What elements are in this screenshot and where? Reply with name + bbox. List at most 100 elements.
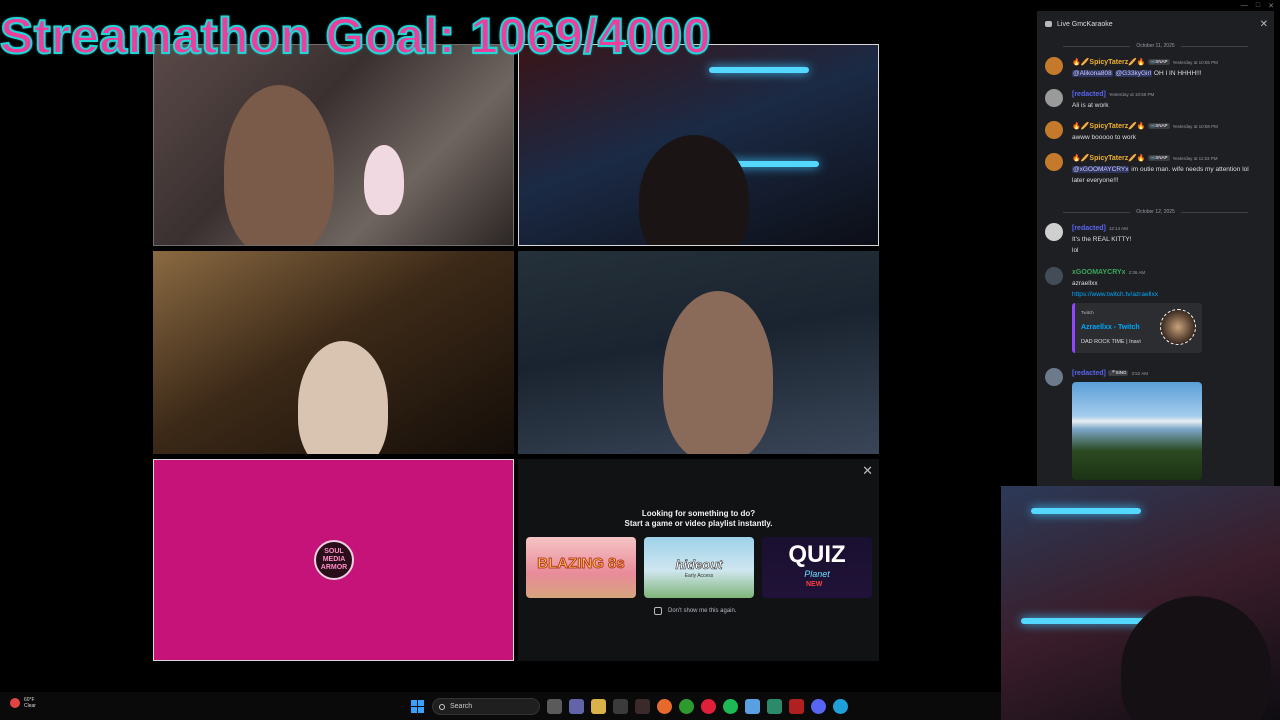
- chat-title: Live GmcKaraoke: [1057, 20, 1113, 28]
- video-tile-4[interactable]: [518, 251, 879, 454]
- start-icon[interactable]: [410, 699, 425, 714]
- activity-card-quiz-planet[interactable]: QUIZ Planet NEW: [762, 537, 872, 598]
- close-chat-button[interactable]: ✕: [1260, 19, 1268, 30]
- files-icon[interactable]: [789, 699, 804, 714]
- message-text: Ali is at work: [1072, 102, 1109, 109]
- streamer-video: [1121, 596, 1271, 720]
- store-icon[interactable]: [613, 699, 628, 714]
- photos-icon[interactable]: [745, 699, 760, 714]
- xbox-icon[interactable]: [679, 699, 694, 714]
- search-icon: [439, 703, 445, 710]
- role-badge: 📹SNAP: [1147, 155, 1170, 162]
- activity-card-blazing-8s[interactable]: BLAZING 8s: [526, 537, 636, 598]
- timestamp: 3:52 AM: [1131, 371, 1148, 376]
- video-tile-2[interactable]: [518, 44, 879, 246]
- message-text: later everyone!!!: [1072, 177, 1119, 184]
- user-avatar[interactable]: [1045, 267, 1063, 285]
- activity-suggestion-panel: ✕ Looking for something to do? Start a g…: [518, 459, 879, 661]
- role-badge: 🎤SING: [1107, 370, 1129, 377]
- neon-light: [1021, 618, 1151, 624]
- spotify-icon[interactable]: [723, 699, 738, 714]
- window-close-button[interactable]: ✕: [1268, 2, 1274, 10]
- username[interactable]: 🔥🥖SpicyTaterz🥖🔥: [1072, 59, 1146, 66]
- user-avatar[interactable]: [1045, 153, 1063, 171]
- card-title: hideout: [675, 557, 723, 573]
- webcam-overlay: [1001, 486, 1280, 720]
- user-avatar[interactable]: [1045, 223, 1063, 241]
- video-tile-1[interactable]: [153, 44, 514, 246]
- card-subtitle: Early Access: [684, 573, 714, 579]
- chat-message: [redacted] 🎤SING 3:52 AM: [1045, 368, 1267, 480]
- neon-light: [1031, 508, 1141, 514]
- message-text: im outie man. wife needs my attention lo…: [1131, 166, 1249, 173]
- taskbar-search[interactable]: Search: [432, 698, 540, 715]
- activity-cards: BLAZING 8s hideout Early Access QUIZ Pla…: [526, 537, 872, 598]
- user-avatar[interactable]: [1045, 89, 1063, 107]
- chat-message: [redacted] Yesterday at 10:56 PM Ali is a…: [1045, 89, 1267, 111]
- message-link[interactable]: https://www.twitch.tv/azraellxx: [1072, 289, 1267, 300]
- neon-light: [709, 67, 809, 73]
- weather-condition: Clear: [24, 703, 36, 709]
- opera-icon[interactable]: [701, 699, 716, 714]
- username[interactable]: 🔥🥖SpicyTaterz🥖🔥: [1072, 123, 1146, 130]
- username[interactable]: [redacted]: [1072, 370, 1106, 377]
- edge-icon[interactable]: [833, 699, 848, 714]
- card-title: BLAZING 8s: [537, 555, 626, 573]
- message-text: OH I IN HHHH!!!: [1153, 70, 1202, 77]
- user-avatar[interactable]: [1045, 368, 1063, 386]
- activity-card-hideout[interactable]: hideout Early Access: [644, 537, 754, 598]
- explorer-icon[interactable]: [591, 699, 606, 714]
- maximize-button[interactable]: □: [1256, 2, 1260, 10]
- message-text: awww booooo to work: [1072, 134, 1136, 141]
- card-title: QUIZ: [788, 541, 846, 568]
- username[interactable]: [redacted]: [1072, 91, 1106, 98]
- timestamp: Yesterday at 10:58 PM: [1172, 124, 1218, 129]
- video-tile-3[interactable]: [153, 251, 514, 454]
- username[interactable]: 🔥🥖SpicyTaterz🥖🔥: [1072, 155, 1146, 162]
- activity-heading-line2: Start a game or video playlist instantly…: [624, 519, 773, 528]
- dont-show-again: Don't show me this again.: [654, 607, 737, 615]
- user-avatar[interactable]: [1045, 57, 1063, 75]
- user-avatar[interactable]: [1045, 121, 1063, 139]
- chat-message: 🔥🥖SpicyTaterz🥖🔥 📹SNAP Yesterday at 11:53 P…: [1045, 153, 1267, 186]
- message-text: It's the REAL KITTY!: [1072, 236, 1132, 243]
- timestamp: Yesterday at 10:55 PM: [1172, 60, 1218, 65]
- mention[interactable]: @xGOOMAYCRYx: [1072, 166, 1130, 173]
- role-badge: 📹SNAP: [1147, 123, 1170, 130]
- dont-show-label: Don't show me this again.: [668, 608, 737, 614]
- participant-video: [298, 341, 388, 454]
- date-divider: October 12, 2025: [1057, 208, 1254, 216]
- participant-video: [224, 85, 334, 245]
- mention[interactable]: @Alikona808: [1072, 70, 1113, 77]
- card-subtitle: Planet: [804, 569, 830, 579]
- timestamp: Yesterday at 10:56 PM: [1108, 92, 1155, 97]
- minimize-button[interactable]: —: [1241, 2, 1248, 10]
- message-text: azraellxx: [1072, 280, 1098, 287]
- teams-icon[interactable]: [569, 699, 584, 714]
- mention[interactable]: @G33kyGirl: [1114, 70, 1153, 77]
- username[interactable]: [redacted]: [1072, 225, 1106, 232]
- screen: Streamathon Goal: 1069/4000 — □ ✕ SOUL M…: [0, 0, 1280, 720]
- link-embed[interactable]: Twitch Azraellxx - Twitch DAD ROCK TIME …: [1072, 303, 1202, 353]
- chat-bubble-icon: [1045, 21, 1052, 27]
- weather-icon: [10, 698, 20, 708]
- dont-show-checkbox[interactable]: [654, 607, 662, 615]
- chat-header: Live GmcKaraoke ✕: [1045, 17, 1268, 31]
- chat-message: 🔥🥖SpicyTaterz🥖🔥 📹SNAP Yesterday at 10:58 P…: [1045, 121, 1267, 143]
- discord-icon[interactable]: [811, 699, 826, 714]
- username[interactable]: xGOOMAYCRYx: [1072, 269, 1126, 276]
- role-badge: 📹SNAP: [1147, 59, 1170, 66]
- firefox-icon[interactable]: [657, 699, 672, 714]
- image-attachment[interactable]: [1072, 382, 1202, 480]
- weather-widget[interactable]: 60°F Clear: [10, 697, 36, 709]
- chat-message: 🔥🥖SpicyTaterz🥖🔥 📹SNAP Yesterday at 10:55 P…: [1045, 57, 1267, 79]
- video-tile-5[interactable]: SOUL MEDIA ARMOR: [153, 459, 514, 661]
- plush-toy: [364, 145, 404, 215]
- taskbar-apps: Search: [410, 698, 848, 715]
- streamathon-goal-overlay: Streamathon Goal: 1069/4000: [0, 7, 712, 65]
- activity-heading: Looking for something to do? Start a gam…: [518, 509, 879, 529]
- app-icon[interactable]: [767, 699, 782, 714]
- obs-icon[interactable]: [635, 699, 650, 714]
- task-view-icon[interactable]: [547, 699, 562, 714]
- close-activity-button[interactable]: ✕: [862, 463, 873, 479]
